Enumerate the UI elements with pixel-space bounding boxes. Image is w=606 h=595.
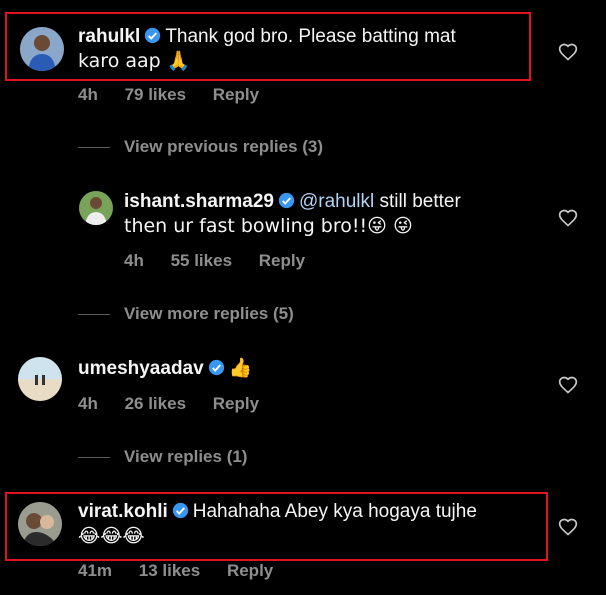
like-heart-icon[interactable]: [558, 208, 578, 228]
like-heart-icon[interactable]: [558, 42, 578, 62]
avatar-image: [18, 502, 62, 546]
username-virat-kohli[interactable]: virat.kohli: [78, 501, 168, 522]
username-ishant-sharma29[interactable]: ishant.sharma29: [124, 191, 274, 212]
likes-count[interactable]: 79 likes: [125, 85, 186, 105]
comment-time: 4h: [124, 251, 144, 270]
comment-text-line1: Hahahaha Abey kya hogaya tujhe: [192, 501, 477, 522]
reply-button[interactable]: Reply: [213, 85, 259, 105]
comment-meta-ishant-sharma29: 4h 55 likes Reply: [124, 251, 305, 271]
verified-badge-icon: [278, 192, 295, 209]
avatar-umeshyaadav[interactable]: [18, 357, 62, 401]
like-heart-icon[interactable]: [558, 375, 578, 395]
avatar-image: [18, 357, 62, 401]
comment-body-ishant-sharma29: ishant.sharma29 @rahulkl still better the…: [124, 190, 524, 239]
comment-text-line2: then ur fast bowling bro!!😜 😜: [124, 215, 413, 237]
comment-text-line2: 😂😂😂: [78, 525, 145, 547]
mention-link[interactable]: @rahulkl: [299, 191, 374, 212]
comment-time: 41m: [78, 561, 113, 580]
username-rahulkl[interactable]: rahulkl: [78, 26, 140, 47]
avatar-rahulkl[interactable]: [20, 27, 64, 71]
username-umeshyaadav[interactable]: umeshyaadav: [78, 358, 204, 379]
like-heart-icon[interactable]: [558, 517, 578, 537]
comment-text-line1: Thank god bro. Please batting mat: [165, 26, 456, 47]
comment-body-virat-kohli: virat.kohli Hahahaha Abey kya hogaya tujh…: [78, 500, 538, 549]
avatar-ishant-sharma29[interactable]: [79, 191, 113, 225]
comment-meta-rahulkl: 4h 79 likes Reply: [78, 85, 259, 105]
avatar-image: [20, 27, 64, 71]
comment-meta-umeshyaadav: 4h 26 likes Reply: [78, 394, 259, 414]
comment-text-line1: 👍: [228, 357, 253, 379]
view-more-replies-button[interactable]: View more replies (5): [124, 304, 294, 324]
reply-divider-line: [78, 314, 110, 315]
comment-body-umeshyaadav: umeshyaadav 👍: [78, 356, 518, 381]
reply-button[interactable]: Reply: [213, 394, 259, 414]
verified-badge-icon: [208, 359, 224, 376]
comment-body-rahulkl: rahulkl Thank god bro. Please batting mat…: [78, 25, 518, 74]
likes-count[interactable]: 26 likes: [125, 394, 186, 414]
comment-time: 4h: [78, 85, 98, 104]
reply-button[interactable]: Reply: [227, 561, 273, 581]
verified-badge-icon: [172, 502, 188, 519]
comment-time: 4h: [78, 394, 98, 413]
reply-button[interactable]: Reply: [259, 251, 305, 271]
reply-divider-line: [78, 147, 110, 148]
view-previous-replies-button[interactable]: View previous replies (3): [124, 137, 323, 157]
view-replies-button[interactable]: View replies (1): [124, 447, 247, 467]
comment-text-line2: karo aap 🙏: [78, 50, 191, 72]
likes-count[interactable]: 13 likes: [139, 561, 200, 581]
avatar-image: [79, 191, 113, 225]
likes-count[interactable]: 55 likes: [171, 251, 232, 271]
comment-meta-virat-kohli: 41m 13 likes Reply: [78, 561, 273, 581]
reply-divider-line: [78, 457, 110, 458]
verified-badge-icon: [145, 27, 161, 44]
avatar-virat-kohli[interactable]: [18, 502, 62, 546]
comment-text-line1: still better: [374, 191, 461, 212]
